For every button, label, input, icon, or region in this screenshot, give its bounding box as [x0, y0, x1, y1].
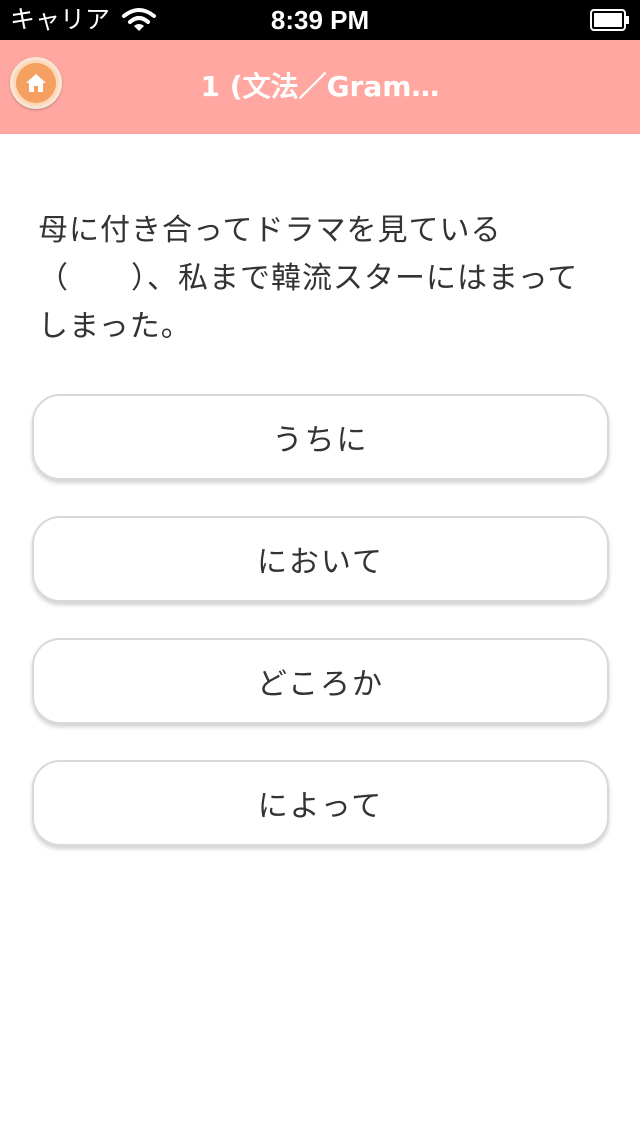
home-icon — [26, 74, 46, 92]
status-time: 8:39 PM — [270, 5, 370, 35]
page-title: 1 (文法／Gram… — [200, 70, 440, 103]
navigation-bar: 1 (文法／Gram… — [0, 40, 640, 134]
question-text: 母に付き合ってドラマを見ている（ ）、私まで韓流スターにはまってしまった。 — [38, 213, 579, 344]
status-bar: キャリア 8:39 PM — [0, 0, 640, 40]
battery-icon — [590, 9, 629, 31]
answer-option-2[interactable]: において — [32, 516, 609, 602]
home-icon-background — [16, 63, 56, 103]
answer-list: うちに において どころか によって — [32, 394, 609, 882]
answer-option-1[interactable]: うちに — [32, 394, 609, 480]
answer-option-4[interactable]: によって — [32, 760, 609, 846]
answer-option-3[interactable]: どころか — [32, 638, 609, 724]
home-button[interactable] — [10, 57, 62, 109]
